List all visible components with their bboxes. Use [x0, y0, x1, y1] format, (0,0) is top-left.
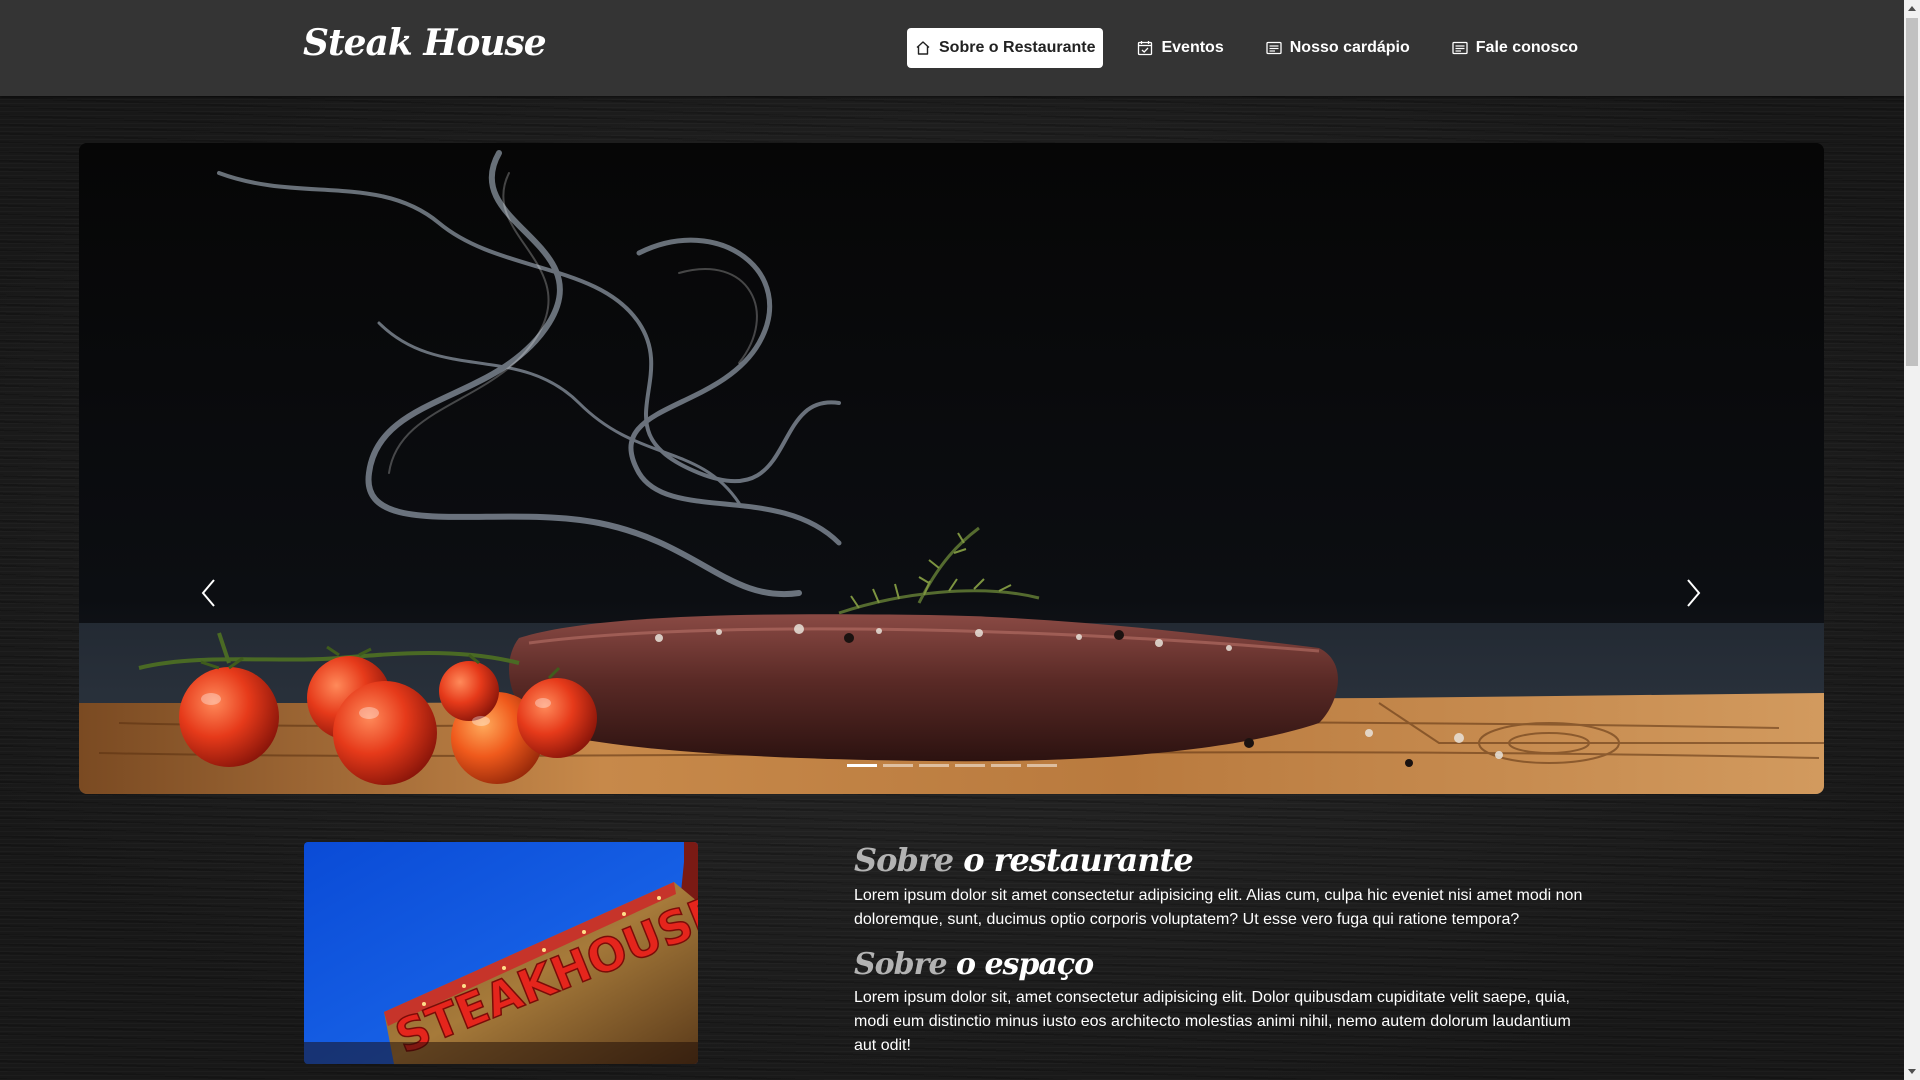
nav-item-fale-conosco[interactable]: Fale conosco: [1444, 28, 1586, 68]
hero-carousel[interactable]: [79, 143, 1824, 794]
title-accent: Sobre: [854, 841, 954, 879]
carousel-indicator[interactable]: [955, 764, 985, 767]
scroll-up-arrow-icon[interactable]: [1904, 0, 1920, 16]
scroll-down-arrow-icon[interactable]: [1904, 1064, 1920, 1080]
nav-item-label: Nosso cardápio: [1289, 39, 1410, 56]
chevron-left-icon: [201, 579, 215, 607]
carousel-next-button[interactable]: [1673, 563, 1713, 623]
nav-item-label: Fale conosco: [1475, 39, 1579, 56]
about-space-text: Lorem ipsum dolor sit, amet consectetur …: [854, 989, 1571, 1054]
nav-item-eventos[interactable]: Eventos: [1129, 28, 1231, 68]
title-rest: o restaurante: [963, 841, 1193, 879]
calendar-check-icon: [1137, 40, 1153, 56]
steak-slide-image: [79, 143, 1824, 794]
page-scrollbar[interactable]: [1904, 0, 1920, 1080]
nav-item-label: Sobre o Restaurante: [939, 39, 1096, 56]
nav-item-sobre-o-restaurante[interactable]: Sobre o Restaurante: [907, 28, 1104, 68]
carousel-indicator[interactable]: [1027, 764, 1057, 767]
chevron-right-icon: [1687, 579, 1701, 607]
carousel-prev-button[interactable]: [189, 563, 229, 623]
top-navbar: Steak House Sobre o Restaurante Eventos …: [0, 0, 1904, 96]
about-restaurant-text: Lorem ipsum dolor sit amet consectetur a…: [854, 887, 1583, 928]
nav-item-nosso-cardapio[interactable]: Nosso cardápio: [1258, 28, 1418, 68]
nav-menu: Sobre o Restaurante Eventos Nosso cardáp…: [907, 28, 1586, 68]
title-accent: Sobre: [854, 947, 948, 982]
scrollbar-thumb[interactable]: [1906, 18, 1918, 366]
menu-card-icon: [1266, 40, 1282, 56]
carousel-indicator[interactable]: [883, 764, 913, 767]
menu-card-icon: [1452, 40, 1468, 56]
home-icon: [915, 40, 931, 56]
carousel-indicators: [847, 764, 1057, 767]
about-content: Sobre o restaurante Lorem ipsum dolor si…: [854, 838, 1594, 1058]
about-space-title: Sobre o espaço: [854, 946, 1594, 984]
nav-item-label: Eventos: [1161, 39, 1224, 56]
carousel-indicator[interactable]: [847, 764, 877, 767]
brand-logo[interactable]: Steak House: [303, 22, 547, 64]
about-restaurant-title: Sobre o restaurante: [854, 838, 1594, 882]
steakhouse-sign-image: STEAKHOUSE: [304, 842, 698, 1064]
carousel-indicator[interactable]: [919, 764, 949, 767]
title-rest: o espaço: [956, 947, 1094, 982]
carousel-indicator[interactable]: [991, 764, 1021, 767]
